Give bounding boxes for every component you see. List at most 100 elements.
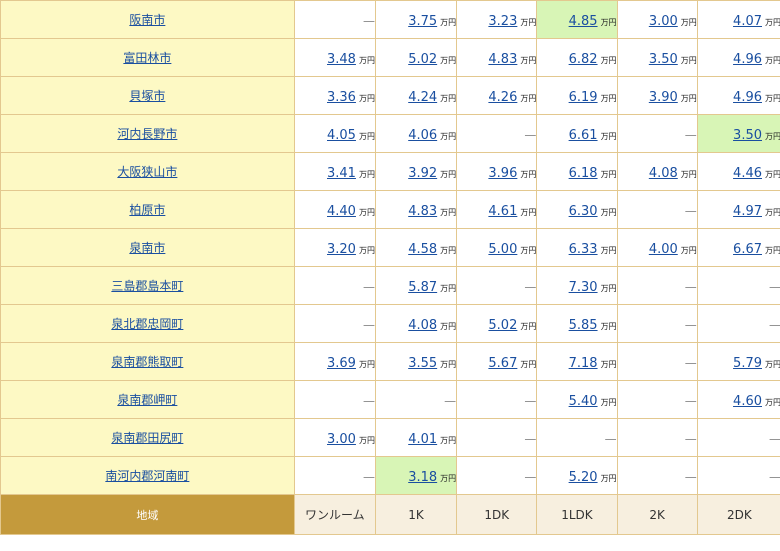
- price-cell: 4.07 万円: [696, 0, 780, 39]
- price-link[interactable]: 6.61: [569, 128, 598, 143]
- price-link[interactable]: 4.46: [733, 166, 762, 181]
- price-link[interactable]: 3.50: [733, 128, 762, 143]
- price-link[interactable]: 3.92: [408, 166, 437, 181]
- price-link[interactable]: 6.30: [569, 204, 598, 219]
- area-link[interactable]: 三島郡島本町: [111, 279, 183, 293]
- price-link[interactable]: 6.19: [569, 90, 598, 105]
- price-link[interactable]: 5.02: [488, 318, 517, 333]
- price-unit: 万円: [765, 94, 780, 103]
- area-link[interactable]: 富田林市: [123, 51, 171, 65]
- price-cell: —: [456, 114, 538, 153]
- area-link[interactable]: 泉南郡田尻町: [111, 431, 183, 445]
- price-link[interactable]: 5.85: [569, 318, 598, 333]
- price-unit: 万円: [600, 132, 617, 141]
- price-link[interactable]: 3.69: [327, 356, 356, 371]
- price-cell: —: [374, 380, 458, 419]
- price-link[interactable]: 3.55: [408, 356, 437, 371]
- price-cell: 4.24 万円: [374, 76, 458, 115]
- price-link[interactable]: 4.01: [408, 432, 437, 447]
- price-link[interactable]: 5.40: [569, 394, 598, 409]
- area-link[interactable]: 河内長野市: [117, 127, 177, 141]
- price-link[interactable]: 4.83: [488, 52, 517, 67]
- price-unit: 万円: [440, 208, 457, 217]
- price-link[interactable]: 3.18: [408, 470, 437, 485]
- price-link[interactable]: 3.50: [649, 52, 678, 67]
- price-link[interactable]: 4.08: [649, 166, 678, 181]
- price-link[interactable]: 3.96: [488, 166, 517, 181]
- price-link[interactable]: 4.58: [408, 242, 437, 257]
- price-unit: 万円: [440, 18, 457, 27]
- price-link[interactable]: 7.30: [569, 280, 598, 295]
- price-cell: —: [616, 418, 698, 457]
- price-link[interactable]: 6.18: [569, 166, 598, 181]
- area-link[interactable]: 南河内郡河南町: [105, 469, 189, 483]
- price-link[interactable]: 5.79: [733, 356, 762, 371]
- price-link[interactable]: 7.18: [569, 356, 598, 371]
- area-link[interactable]: 貝塚市: [129, 89, 165, 103]
- price-link[interactable]: 4.83: [408, 204, 437, 219]
- price-link[interactable]: 4.96: [733, 90, 762, 105]
- price-cell: 3.20 万円: [293, 228, 376, 267]
- price-link[interactable]: 4.06: [408, 128, 437, 143]
- price-link[interactable]: 3.41: [327, 166, 356, 181]
- price-cell: 5.40 万円: [536, 380, 618, 419]
- price-link[interactable]: 4.85: [569, 14, 598, 29]
- price-cell: 7.30 万円: [536, 266, 618, 305]
- no-data-dash: —: [362, 318, 375, 332]
- price-unit: 万円: [440, 56, 457, 65]
- price-link[interactable]: 4.00: [649, 242, 678, 257]
- price-link[interactable]: 5.02: [408, 52, 437, 67]
- price-unit: 万円: [765, 246, 780, 255]
- price-link[interactable]: 4.97: [733, 204, 762, 219]
- price-cell: 5.67 万円: [456, 342, 538, 381]
- price-cell: —: [293, 456, 376, 495]
- price-cell: 4.83 万円: [374, 190, 458, 229]
- price-cell: —: [293, 266, 376, 305]
- price-cell: 4.46 万円: [696, 152, 780, 191]
- price-link[interactable]: 3.00: [327, 432, 356, 447]
- price-cell: 3.69 万円: [293, 342, 376, 381]
- price-cell: 4.05 万円: [293, 114, 376, 153]
- area-link[interactable]: 阪南市: [129, 13, 165, 27]
- price-link[interactable]: 3.36: [327, 90, 356, 105]
- area-link[interactable]: 泉南市: [129, 241, 165, 255]
- area-link[interactable]: 泉南郡岬町: [117, 393, 177, 407]
- no-data-dash: —: [684, 318, 697, 332]
- price-link[interactable]: 3.90: [649, 90, 678, 105]
- price-link[interactable]: 6.82: [569, 52, 598, 67]
- price-link[interactable]: 6.67: [733, 242, 762, 257]
- area-link[interactable]: 泉南郡熊取町: [111, 355, 183, 369]
- price-cell: —: [616, 190, 698, 229]
- price-link[interactable]: 4.26: [488, 90, 517, 105]
- price-unit: 万円: [520, 56, 537, 65]
- price-link[interactable]: 3.48: [327, 52, 356, 67]
- no-data-dash: —: [684, 394, 697, 408]
- column-header-one-room: ワンルーム: [293, 494, 376, 535]
- price-unit: 万円: [440, 284, 457, 293]
- price-link[interactable]: 4.07: [733, 14, 762, 29]
- price-link[interactable]: 5.87: [408, 280, 437, 295]
- area-link[interactable]: 柏原市: [129, 203, 165, 217]
- column-header-1dk: 1DK: [456, 494, 538, 535]
- price-link[interactable]: 4.40: [327, 204, 356, 219]
- price-link[interactable]: 4.24: [408, 90, 437, 105]
- price-link[interactable]: 3.20: [327, 242, 356, 257]
- price-cell: 3.92 万円: [374, 152, 458, 191]
- price-link[interactable]: 3.23: [488, 14, 517, 29]
- price-link[interactable]: 5.20: [569, 470, 598, 485]
- price-link[interactable]: 6.33: [569, 242, 598, 257]
- price-link[interactable]: 5.00: [488, 242, 517, 257]
- price-link[interactable]: 4.96: [733, 52, 762, 67]
- price-link[interactable]: 5.67: [488, 356, 517, 371]
- price-link[interactable]: 4.05: [327, 128, 356, 143]
- price-link[interactable]: 4.61: [488, 204, 517, 219]
- price-link[interactable]: 3.00: [649, 14, 678, 29]
- area-link[interactable]: 泉北郡忠岡町: [111, 317, 183, 331]
- price-unit: 万円: [520, 170, 537, 179]
- table-row: 泉南市 3.20 万円 4.58 万円 5.00 万円 6.33 万円 4.00 万円 6.67 万円: [0, 228, 780, 267]
- price-link[interactable]: 4.08: [408, 318, 437, 333]
- price-link[interactable]: 4.60: [733, 394, 762, 409]
- area-link[interactable]: 大阪狭山市: [117, 165, 177, 179]
- price-link[interactable]: 3.75: [408, 14, 437, 29]
- table-row: 大阪狭山市 3.41 万円 3.92 万円 3.96 万円 6.18 万円 4.08 万円 4.46 万…: [0, 152, 780, 191]
